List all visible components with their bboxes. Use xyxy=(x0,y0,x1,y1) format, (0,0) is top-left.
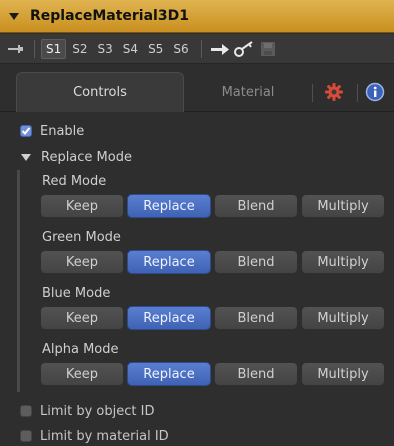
green-multiply-button[interactable]: Multiply xyxy=(301,250,385,274)
arrow-right-icon[interactable] xyxy=(208,39,232,59)
title-bar[interactable]: ReplaceMaterial3D1 xyxy=(0,0,394,33)
collapse-triangle-icon[interactable] xyxy=(9,12,19,20)
red-mode-label: Red Mode xyxy=(42,174,107,189)
scene-button-s5[interactable]: S5 xyxy=(144,40,167,58)
alpha-replace-button[interactable]: Replace xyxy=(127,362,211,386)
node-title: ReplaceMaterial3D1 xyxy=(30,8,189,24)
blue-keep-button[interactable]: Keep xyxy=(40,306,124,330)
tab-controls[interactable]: Controls xyxy=(16,72,184,112)
toolbar: S1 S2 S3 S4 S5 S6 xyxy=(0,34,394,64)
red-keep-button[interactable]: Keep xyxy=(40,194,124,218)
green-replace-button[interactable]: Replace xyxy=(127,250,211,274)
group-indent-bar xyxy=(17,170,20,392)
toolbar-divider xyxy=(200,39,202,58)
enable-label: Enable xyxy=(40,123,85,139)
checkmark-icon xyxy=(21,127,31,135)
red-mode-buttons: Keep Replace Blend Multiply xyxy=(40,194,388,218)
red-blend-button[interactable]: Blend xyxy=(214,194,298,218)
scene-button-s3[interactable]: S3 xyxy=(94,40,117,58)
alpha-multiply-button[interactable]: Multiply xyxy=(301,362,385,386)
scene-button-s1[interactable]: S1 xyxy=(41,38,67,59)
enable-row[interactable]: Enable xyxy=(0,122,394,140)
blue-blend-button[interactable]: Blend xyxy=(214,306,298,330)
tab-bar: Controls Material xyxy=(0,72,394,112)
alpha-mode-label: Alpha Mode xyxy=(42,342,119,357)
limit-object-label: Limit by object ID xyxy=(40,403,155,419)
green-keep-button[interactable]: Keep xyxy=(40,250,124,274)
green-mode-buttons: Keep Replace Blend Multiply xyxy=(40,250,388,274)
expand-triangle-icon[interactable] xyxy=(21,153,31,161)
enable-checkbox[interactable] xyxy=(20,125,32,137)
gear-icon xyxy=(325,83,343,101)
info-icon xyxy=(365,82,385,102)
blue-multiply-button[interactable]: Multiply xyxy=(301,306,385,330)
blue-mode-label: Blue Mode xyxy=(42,286,111,301)
scene-button-s4[interactable]: S4 xyxy=(119,40,142,58)
tab-material[interactable]: Material xyxy=(188,72,308,112)
limit-object-checkbox[interactable] xyxy=(20,405,32,417)
green-mode-label: Green Mode xyxy=(42,230,121,245)
replace-mode-header[interactable]: Replace Mode xyxy=(0,148,394,166)
limit-material-row[interactable]: Limit by material ID xyxy=(0,427,394,445)
limit-material-checkbox[interactable] xyxy=(20,430,32,442)
blue-replace-button[interactable]: Replace xyxy=(127,306,211,330)
green-blend-button[interactable]: Blend xyxy=(214,250,298,274)
replace-mode-label: Replace Mode xyxy=(41,149,132,165)
red-multiply-button[interactable]: Multiply xyxy=(301,194,385,218)
alpha-blend-button[interactable]: Blend xyxy=(214,362,298,386)
scene-button-s2[interactable]: S2 xyxy=(68,40,91,58)
scene-button-s6[interactable]: S6 xyxy=(169,40,192,58)
tab-settings[interactable] xyxy=(312,72,356,112)
key-icon[interactable] xyxy=(232,39,256,59)
tab-info[interactable] xyxy=(358,72,392,112)
limit-material-label: Limit by material ID xyxy=(40,428,169,444)
blue-mode-buttons: Keep Replace Blend Multiply xyxy=(40,306,388,330)
toolbar-divider xyxy=(34,39,35,58)
limit-object-row[interactable]: Limit by object ID xyxy=(0,402,394,420)
pin-icon[interactable] xyxy=(6,39,28,59)
red-replace-button[interactable]: Replace xyxy=(127,194,211,218)
save-disk-icon[interactable] xyxy=(256,39,280,59)
alpha-mode-buttons: Keep Replace Blend Multiply xyxy=(40,362,388,386)
alpha-keep-button[interactable]: Keep xyxy=(40,362,124,386)
